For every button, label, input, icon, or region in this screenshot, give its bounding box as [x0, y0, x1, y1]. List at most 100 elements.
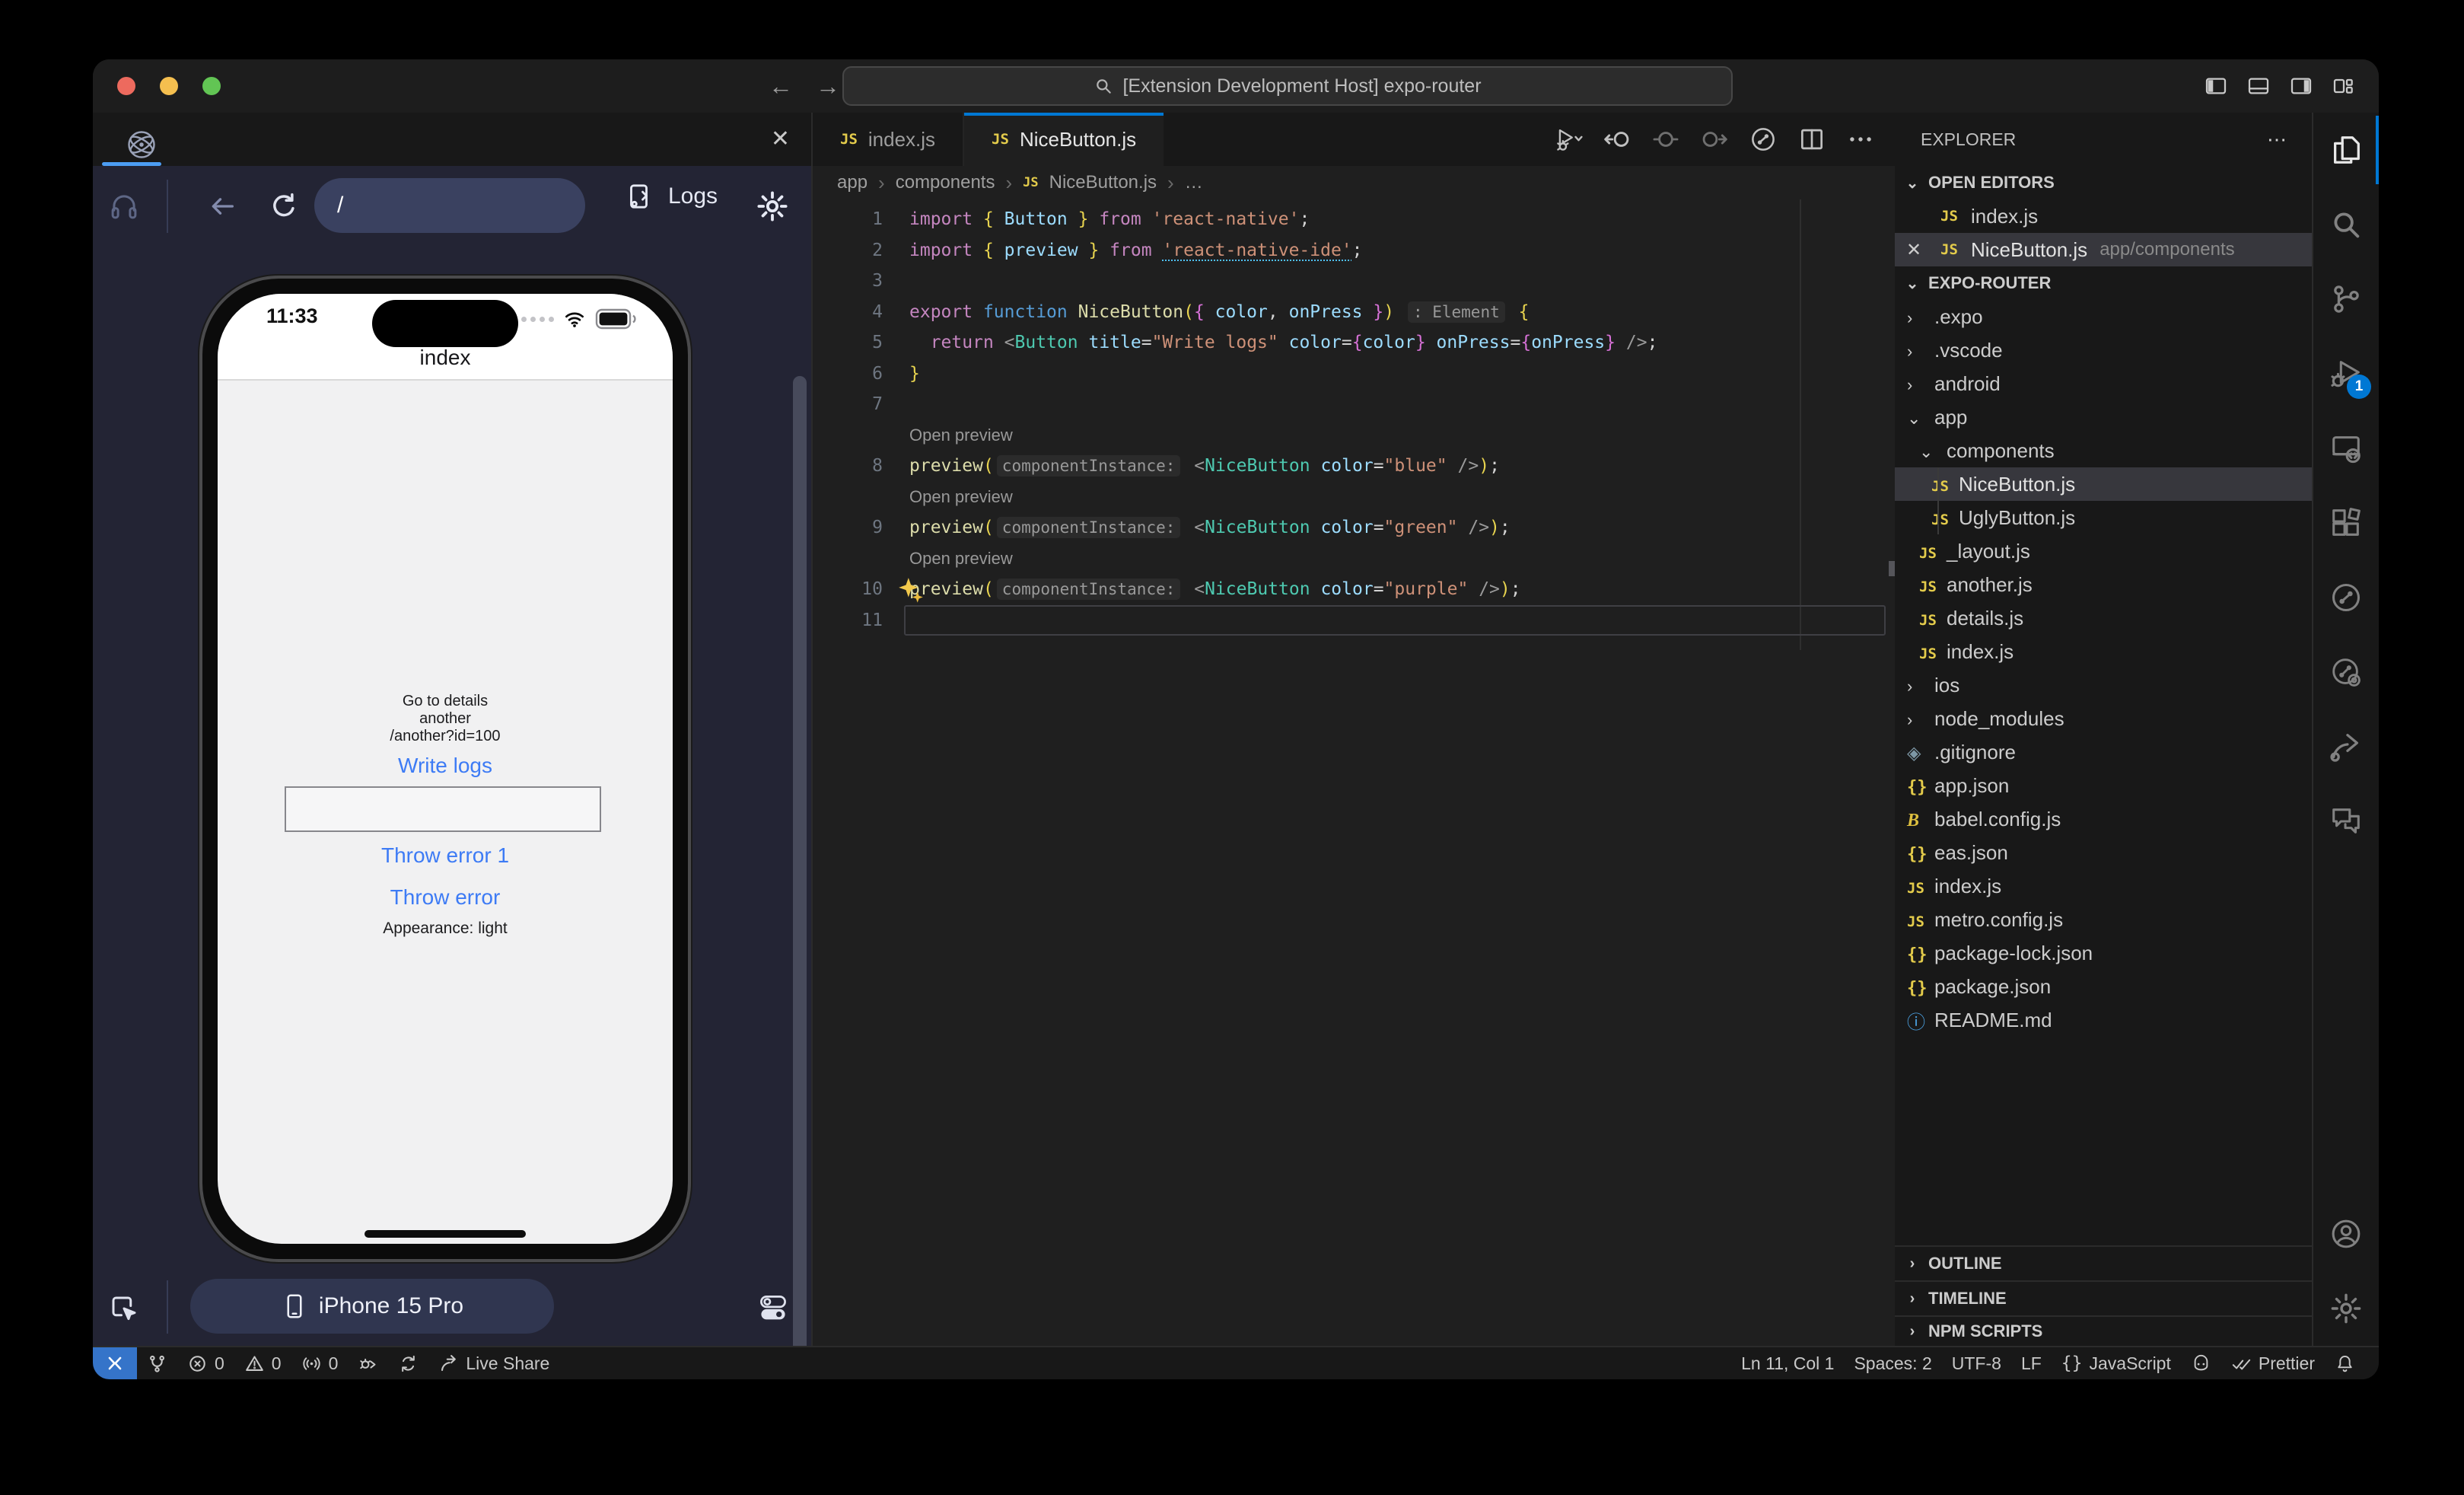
- status-item-0[interactable]: 0: [234, 1347, 291, 1379]
- status-item-0[interactable]: 0: [177, 1347, 234, 1379]
- route-url-bar[interactable]: /: [314, 178, 585, 233]
- breadcrumb-item[interactable]: NiceButton.js: [1049, 172, 1157, 193]
- activity-files-icon[interactable]: [2313, 113, 2379, 187]
- history-forward-button[interactable]: →: [814, 72, 842, 100]
- tree-item-app-json[interactable]: {}app.json: [1895, 769, 2312, 802]
- code-editor[interactable]: 1import { Button } from 'react-native';2…: [813, 199, 1895, 1346]
- tree-item-package-lock-json[interactable]: {}package-lock.json: [1895, 936, 2312, 970]
- radon-ide-tab[interactable]: [108, 120, 158, 161]
- code-line-11[interactable]: 11: [904, 605, 1886, 636]
- tree-item-node-modules[interactable]: ›node_modules: [1895, 702, 2312, 735]
- code-line-2[interactable]: 2import { preview } from 'react-native-i…: [813, 235, 1895, 266]
- tree-item-index-js[interactable]: JSindex.js: [1895, 869, 2312, 903]
- layout-customize-icon[interactable]: [2332, 74, 2356, 98]
- activity-account-icon[interactable]: [2313, 1197, 2379, 1271]
- section-expo-router[interactable]: ⌄ EXPO-ROUTER: [1895, 266, 2312, 300]
- status-item-utf-8[interactable]: UTF-8: [1942, 1347, 2011, 1379]
- navigate-back-icon[interactable]: [207, 191, 237, 222]
- status-item-debug-alt-icon[interactable]: [348, 1347, 388, 1379]
- codelens-open-preview[interactable]: Open preview: [813, 420, 1895, 451]
- phone-text-input[interactable]: [285, 786, 601, 832]
- codelens-open-preview[interactable]: Open preview: [813, 543, 1895, 575]
- write-logs-button[interactable]: Write logs: [218, 754, 673, 778]
- activity-radon-icon[interactable]: [2313, 560, 2379, 635]
- activity-source-control-icon[interactable]: [2313, 262, 2379, 336]
- code-line-7[interactable]: 7: [813, 389, 1895, 420]
- phone-link-1[interactable]: Go to details: [218, 693, 673, 710]
- tree-item-another-js[interactable]: JSanother.js: [1895, 568, 2312, 601]
- throw-error-1-button[interactable]: Throw error 1: [218, 843, 673, 868]
- activity-branch-at-icon[interactable]: [2313, 635, 2379, 709]
- device-settings-toggles-icon[interactable]: [756, 1291, 790, 1324]
- device-selector-button[interactable]: iPhone 15 Pro: [190, 1279, 554, 1334]
- tree-item-nicebutton-js[interactable]: JSNiceButton.js: [1895, 467, 2312, 501]
- tab-index-js[interactable]: JS index.js: [813, 113, 964, 166]
- tree-item-ios[interactable]: ›ios: [1895, 668, 2312, 702]
- tree-item-metro-config-js[interactable]: JSmetro.config.js: [1895, 903, 2312, 936]
- tree-item-eas-json[interactable]: {}eas.json: [1895, 836, 2312, 869]
- status-item-sync-icon[interactable]: [388, 1347, 428, 1379]
- status-item-live-share[interactable]: Live Share: [428, 1347, 559, 1379]
- iphone-screen[interactable]: 11:33 index Go to detailsanother/another…: [218, 294, 673, 1244]
- section-npm-scripts[interactable]: › NPM SCRIPTS: [1895, 1315, 2312, 1346]
- phone-link-2[interactable]: another: [218, 710, 673, 728]
- nav-circle-icon[interactable]: [1651, 125, 1680, 154]
- code-line-9[interactable]: 9preview(componentInstance: <NiceButton …: [813, 512, 1895, 543]
- tree-item-app[interactable]: ⌄app: [1895, 400, 2312, 434]
- layout-sidebar-right-on-icon[interactable]: [2289, 74, 2313, 98]
- codelens-open-preview[interactable]: Open preview: [813, 482, 1895, 513]
- tree-item--expo[interactable]: ›.expo: [1895, 300, 2312, 333]
- breadcrumb-item[interactable]: app: [837, 172, 867, 193]
- command-center-search[interactable]: [Extension Development Host] expo-router: [842, 66, 1733, 106]
- phone-link-3[interactable]: /another?id=100: [218, 728, 673, 745]
- tree-item-readme-md[interactable]: ⓘREADME.md: [1895, 1003, 2312, 1037]
- open-editor-nicebutton.js[interactable]: ✕JSNiceButton.jsapp/components: [1895, 233, 2312, 266]
- breadcrumb-item[interactable]: components: [896, 172, 995, 193]
- throw-error-button[interactable]: Throw error: [218, 885, 673, 910]
- activity-share-icon[interactable]: [2313, 709, 2379, 784]
- status-item-0[interactable]: 0: [291, 1347, 349, 1379]
- status-item-ports-icon[interactable]: [137, 1347, 177, 1379]
- close-window-button[interactable]: [117, 77, 135, 95]
- simulator-scrollbar[interactable]: [793, 376, 807, 1379]
- section-timeline[interactable]: › TIMELINE: [1895, 1280, 2312, 1315]
- section-open-editors[interactable]: ⌄ OPEN EDITORS: [1895, 166, 2312, 199]
- settings-gear-icon[interactable]: [755, 189, 790, 224]
- status-item-prettier[interactable]: Prettier: [2221, 1347, 2325, 1379]
- nav-forward-icon[interactable]: [1700, 125, 1729, 154]
- zoom-window-button[interactable]: [202, 77, 221, 95]
- explorer-more-actions-icon[interactable]: ⋯: [2267, 128, 2289, 151]
- section-outline[interactable]: › OUTLINE: [1895, 1245, 2312, 1280]
- code-line-3[interactable]: 3: [813, 266, 1895, 297]
- breadcrumb[interactable]: app›components›JSNiceButton.js›…: [813, 166, 1895, 199]
- code-line-10[interactable]: 10preview(componentInstance: <NiceButton…: [813, 574, 1895, 605]
- tree-item-package-json[interactable]: {}package.json: [1895, 970, 2312, 1003]
- tree-item--layout-js[interactable]: JS_layout.js: [1895, 534, 2312, 568]
- layout-panel-icon[interactable]: [2246, 74, 2271, 98]
- minimize-window-button[interactable]: [160, 77, 178, 95]
- tab-nicebutton-js[interactable]: JS NiceButton.js: [964, 113, 1164, 166]
- activity-settings-icon[interactable]: [2313, 1271, 2379, 1346]
- code-line-5[interactable]: 5 return <Button title="Write logs" colo…: [813, 327, 1895, 359]
- history-back-button[interactable]: ←: [767, 72, 794, 100]
- activity-search-icon[interactable]: [2313, 187, 2379, 262]
- tree-item-index-js[interactable]: JSindex.js: [1895, 635, 2312, 668]
- tree-item-babel-config-js[interactable]: Bbabel.config.js: [1895, 802, 2312, 836]
- tree-item-components[interactable]: ⌄components: [1895, 434, 2312, 467]
- tree-item--vscode[interactable]: ›.vscode: [1895, 333, 2312, 367]
- close-editor-icon[interactable]: ✕: [1906, 239, 1940, 261]
- status-item-spaces-2[interactable]: Spaces: 2: [1844, 1347, 1941, 1379]
- more-icon[interactable]: [1846, 125, 1875, 154]
- panel-close-icon[interactable]: ✕: [771, 126, 790, 152]
- tree-item-uglybutton-js[interactable]: JSUglyButton.js: [1895, 501, 2312, 534]
- status-item-javascript[interactable]: {}JavaScript: [2052, 1347, 2181, 1379]
- reload-icon[interactable]: [268, 190, 300, 222]
- layout-sidebar-left-icon[interactable]: [2204, 74, 2228, 98]
- status-item-ln-11-col-1[interactable]: Ln 11, Col 1: [1731, 1347, 1844, 1379]
- split-editor-icon[interactable]: [1797, 125, 1826, 154]
- code-action-sparkle-icon[interactable]: [896, 575, 925, 604]
- activity-debug-icon[interactable]: 1: [2313, 336, 2379, 411]
- open-editor-index.js[interactable]: JSindex.js: [1895, 199, 2312, 233]
- activity-remote-explorer-icon[interactable]: [2313, 411, 2379, 486]
- code-line-1[interactable]: 1import { Button } from 'react-native';: [813, 204, 1895, 235]
